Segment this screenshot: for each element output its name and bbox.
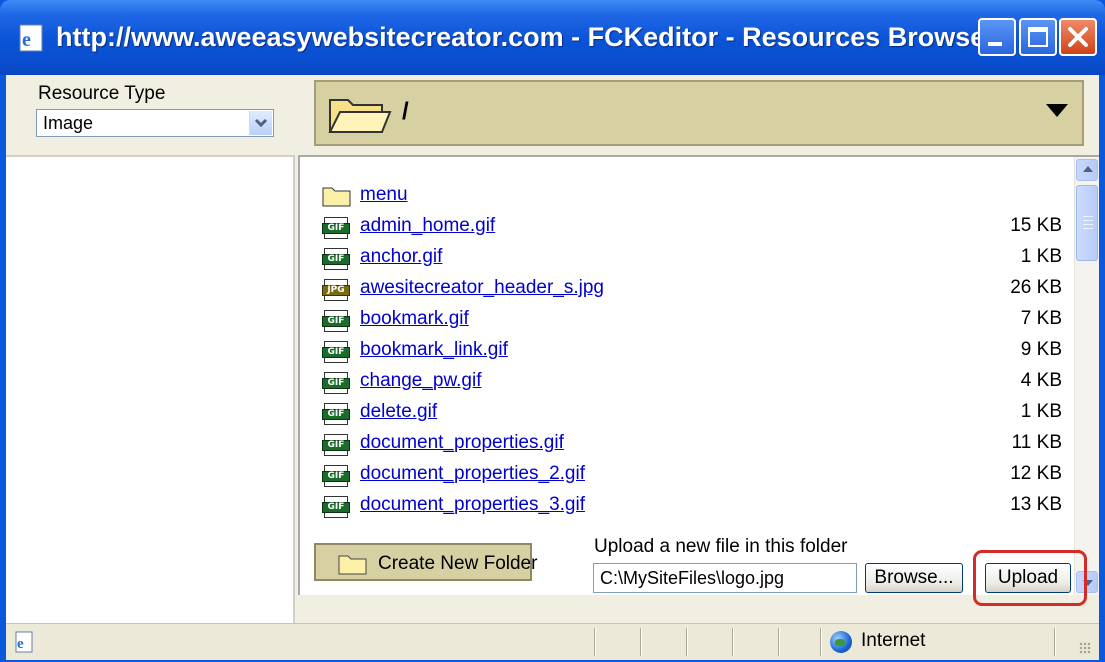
folder-open-icon: [328, 99, 392, 133]
file-size: 26 KB: [1010, 277, 1062, 298]
folder-path: /: [402, 98, 409, 125]
file-row[interactable]: GIF delete.gif 1 KB: [322, 399, 1062, 430]
file-name-link[interactable]: anchor.gif: [360, 246, 442, 268]
file-list: menu GIF admin_home.gif 15 KB GIF anchor.gif 1…: [322, 182, 1062, 523]
file-name-link[interactable]: delete.gif: [360, 401, 437, 423]
gif-file-icon: GIF: [322, 432, 350, 458]
upload-label: Upload a new file in this folder: [594, 536, 848, 557]
folder-icon: [338, 555, 367, 575]
vertical-scrollbar[interactable]: [1074, 157, 1099, 595]
file-row[interactable]: GIF document_properties_2.gif 12 KB: [322, 461, 1062, 492]
folder-tree-pane: [6, 155, 295, 623]
dropdown-button[interactable]: [249, 111, 272, 135]
file-name-link[interactable]: change_pw.gif: [360, 370, 482, 392]
file-name-link[interactable]: bookmark.gif: [360, 308, 469, 330]
current-folder-bar[interactable]: /: [314, 80, 1084, 146]
file-row[interactable]: GIF anchor.gif 1 KB: [322, 244, 1062, 275]
file-name-link[interactable]: awesitecreator_header_s.jpg: [360, 277, 604, 299]
gif-file-icon: GIF: [322, 215, 350, 241]
resources-browser: Resource Type Image / menu GIF admin_home.…: [6, 75, 1099, 623]
file-size: 1 KB: [1020, 401, 1062, 422]
window-title: http://www.aweeasywebsitecreator.com - F…: [56, 22, 1073, 52]
file-size: 13 KB: [1010, 494, 1062, 515]
title-bar[interactable]: e http://www.aweeasywebsitecreator.com -…: [0, 0, 1105, 75]
resource-type-select[interactable]: Image: [36, 109, 274, 137]
file-name-link[interactable]: admin_home.gif: [360, 215, 495, 237]
file-name-link[interactable]: bookmark_link.gif: [360, 339, 508, 361]
file-row[interactable]: GIF document_properties_3.gif 13 KB: [322, 492, 1062, 523]
gif-file-icon: GIF: [322, 308, 350, 334]
file-size: 11 KB: [1011, 432, 1062, 453]
file-size: 12 KB: [1010, 463, 1062, 484]
file-size: 4 KB: [1020, 370, 1062, 391]
svg-text:e: e: [22, 29, 31, 51]
svg-text:e: e: [17, 636, 24, 652]
gif-file-icon: GIF: [322, 463, 350, 489]
file-name-link[interactable]: document_properties.gif: [360, 432, 564, 454]
file-size: 1 KB: [1020, 246, 1062, 267]
file-name-link[interactable]: menu: [360, 184, 408, 206]
create-new-folder-button[interactable]: Create New Folder: [314, 543, 537, 581]
file-row[interactable]: GIF bookmark.gif 7 KB: [322, 306, 1062, 337]
folder-icon: [322, 184, 352, 213]
security-zone-label: Internet: [861, 630, 926, 651]
resource-type-panel: Resource Type Image: [6, 75, 295, 151]
create-new-folder-label: Create New Folder: [378, 553, 538, 574]
resize-grip-icon[interactable]: [1079, 642, 1091, 654]
resource-type-value: Image: [43, 113, 94, 133]
gif-file-icon: GIF: [322, 246, 350, 272]
file-size: 15 KB: [1010, 215, 1062, 236]
file-row[interactable]: GIF change_pw.gif 4 KB: [322, 368, 1062, 399]
file-row[interactable]: JPG awesitecreator_header_s.jpg 26 KB: [322, 275, 1062, 306]
minimize-button[interactable]: [978, 18, 1016, 56]
internet-globe-icon: [830, 631, 852, 653]
jpg-file-icon: JPG: [322, 277, 350, 303]
folder-dropdown-icon[interactable]: [1046, 104, 1068, 117]
folder-row[interactable]: menu: [322, 182, 1062, 213]
gif-file-icon: GIF: [322, 401, 350, 427]
file-name-link[interactable]: document_properties_2.gif: [360, 463, 585, 485]
ie-page-icon: e: [15, 631, 33, 653]
file-row[interactable]: GIF bookmark_link.gif 9 KB: [322, 337, 1062, 368]
chevron-down-icon: [254, 118, 268, 128]
close-button[interactable]: [1059, 18, 1097, 56]
close-icon: [1068, 27, 1088, 47]
file-name-link[interactable]: document_properties_3.gif: [360, 494, 585, 516]
resource-type-label: Resource Type: [38, 83, 166, 104]
ie-page-icon: e: [19, 24, 43, 52]
upload-highlight-annotation: [973, 550, 1087, 606]
minimize-icon: [988, 42, 1002, 46]
browse-button[interactable]: Browse...: [865, 563, 963, 593]
file-list-pane: menu GIF admin_home.gif 15 KB GIF anchor.gif 1…: [298, 155, 1099, 595]
status-bar: e Internet: [6, 623, 1099, 660]
gif-file-icon: GIF: [322, 494, 350, 520]
scroll-thumb[interactable]: [1076, 185, 1098, 261]
file-row[interactable]: GIF document_properties.gif 11 KB: [322, 430, 1062, 461]
chevron-up-icon: [1083, 166, 1093, 172]
maximize-button[interactable]: [1019, 18, 1057, 56]
file-row[interactable]: GIF admin_home.gif 15 KB: [322, 213, 1062, 244]
upload-file-field[interactable]: C:\MySiteFiles\logo.jpg: [593, 563, 857, 593]
file-size: 9 KB: [1020, 339, 1062, 360]
gif-file-icon: GIF: [322, 339, 350, 365]
gif-file-icon: GIF: [322, 370, 350, 396]
scroll-up-button[interactable]: [1076, 159, 1098, 181]
browser-window: e http://www.aweeasywebsitecreator.com -…: [0, 0, 1105, 662]
file-size: 7 KB: [1020, 308, 1062, 329]
maximize-icon: [1028, 27, 1048, 47]
